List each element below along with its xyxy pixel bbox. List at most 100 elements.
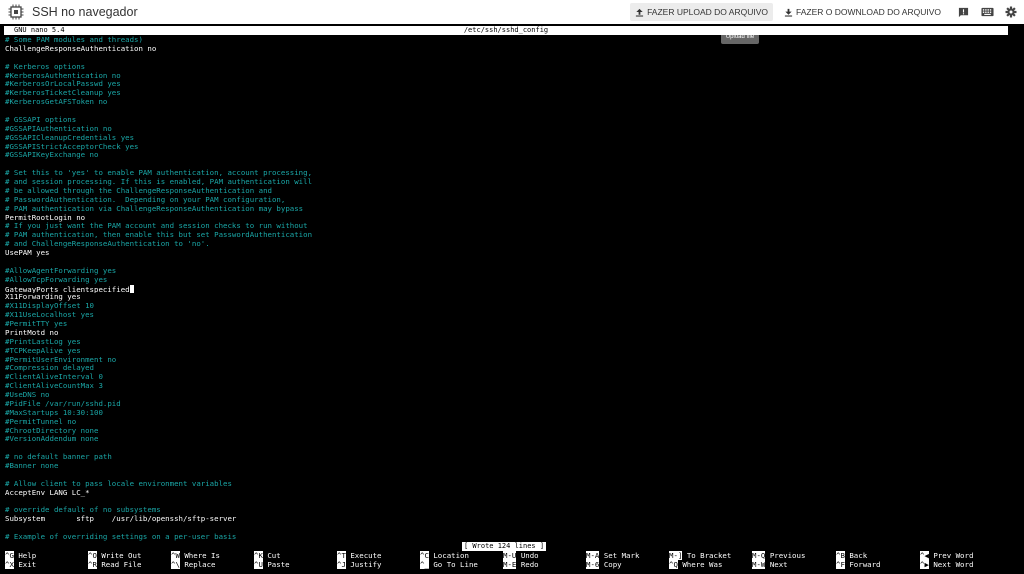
editor-line: #GSSAPIAuthentication no <box>5 125 1005 134</box>
editor-line-text: # Allow client to pass locale environmen… <box>5 479 232 488</box>
editor-line-text: # no default banner path <box>5 453 112 462</box>
editor-line: # Kerberos options <box>5 63 1005 72</box>
editor-line-text: #UseDNS no <box>5 391 50 399</box>
editor-line: # If you just want the PAM account and s… <box>5 222 1005 231</box>
shortcut-item[interactable]: M-U Undo <box>503 551 539 560</box>
editor-line: # Some PAM modules and threads) <box>5 36 1005 45</box>
shortcut-label: Justify <box>350 560 382 569</box>
shortcut-item[interactable]: ^C Location <box>420 551 469 560</box>
shortcut-item[interactable]: M-] To Bracket <box>669 551 731 560</box>
editor-line-text: AcceptEnv LANG LC_* <box>5 488 90 497</box>
chip-icon <box>8 4 24 20</box>
shortcut-label: Where Was <box>682 560 723 569</box>
text-cursor <box>129 284 134 293</box>
editor-line-text: #KerberosTicketCleanup yes <box>5 89 121 98</box>
shortcut-key: ^Q <box>669 560 678 569</box>
shortcut-item[interactable]: ^B Back <box>836 551 867 560</box>
editor-line: #ClientAliveCountMax 3 <box>5 382 1005 391</box>
shortcut-key: M-] <box>669 551 683 560</box>
editor-line: # and session processing. If this is ena… <box>5 178 1005 187</box>
shortcut-key: ^_ <box>420 560 429 569</box>
editor-line-text: # PAM authentication via ChallengeRespon… <box>5 204 304 213</box>
shortcut-key: ^\ <box>171 560 180 569</box>
editor-line: # be allowed through the ChallengeRespon… <box>5 187 1005 196</box>
shortcut-label: Replace <box>184 560 216 569</box>
editor-line-text: #ClientAliveCountMax 3 <box>5 382 103 391</box>
shortcut-item[interactable]: ^O Write Out <box>88 551 141 560</box>
download-file-button[interactable]: FAZER O DOWNLOAD DO ARQUIVO <box>779 3 946 21</box>
editor-line: #X11UseLocalhost yes <box>5 311 1005 320</box>
editor-line-text: #AllowTcpForwarding yes <box>5 275 108 284</box>
shortcut-item[interactable]: ^_ Go To Line <box>420 560 478 569</box>
editor-text-area[interactable]: # Some PAM modules and threads) Challenge… <box>5 36 1005 542</box>
feedback-icon[interactable] <box>956 5 970 19</box>
editor-line-text: X11Forwarding yes <box>5 293 81 302</box>
shortcut-item[interactable]: ^◀ Prev Word <box>920 551 973 560</box>
shortcut-label: Copy <box>603 560 622 569</box>
upload-file-button[interactable]: FAZER UPLOAD DO ARQUIVO <box>630 3 773 21</box>
shortcut-item[interactable]: ^X Exit <box>5 560 36 569</box>
shortcut-item[interactable]: ^G Help <box>5 551 36 560</box>
editor-line-text: PermitRootLogin no <box>5 213 86 222</box>
editor-line-text: # GSSAPI options <box>5 115 77 124</box>
file-name: /etc/ssh/sshd_config <box>463 26 549 34</box>
shortcut-label: Previous <box>769 551 806 560</box>
shortcut-key: M-W <box>752 560 766 569</box>
shortcut-label: Go To Line <box>433 560 478 569</box>
shortcut-label: Exit <box>18 560 37 569</box>
shortcut-key: M-U <box>503 551 517 560</box>
editor-line-text: #Compression delayed <box>5 364 94 373</box>
editor-line-text: #PrintLastLog yes <box>5 337 81 346</box>
shortcut-item[interactable]: ^W Where Is <box>171 551 220 560</box>
shortcut-key: ^T <box>337 551 346 560</box>
shortcut-item[interactable]: ^T Execute <box>337 551 382 560</box>
editor-line-text: # Kerberos options <box>5 62 86 71</box>
gear-icon[interactable] <box>1004 5 1018 19</box>
editor-line: #TCPKeepAlive yes <box>5 347 1005 356</box>
shortcut-key: ^▶ <box>920 560 929 569</box>
shortcut-item[interactable]: ^F Forward <box>836 560 881 569</box>
shortcut-item[interactable]: ^R Read File <box>88 560 141 569</box>
shortcut-item[interactable]: M-Q Previous <box>752 551 805 560</box>
shortcut-label: Set Mark <box>603 551 640 560</box>
editor-line: #GSSAPIStrictAcceptorCheck yes <box>5 143 1005 152</box>
shortcut-key: ^W <box>171 551 180 560</box>
editor-line: #KerberosTicketCleanup yes <box>5 89 1005 98</box>
shortcut-item[interactable]: M-A Set Mark <box>586 551 639 560</box>
editor-line-text: # PasswordAuthentication. Depending on y… <box>5 195 286 204</box>
shortcut-item[interactable]: ^K Cut <box>254 551 281 560</box>
editor-line-text: #KerberosAuthentication no <box>5 71 121 80</box>
shortcut-key: ^K <box>254 551 263 560</box>
shortcut-item[interactable]: ^J Justify <box>337 560 382 569</box>
shortcut-item[interactable]: M-6 Copy <box>586 560 622 569</box>
shortcut-item[interactable]: M-W Next <box>752 560 788 569</box>
editor-line: #PermitUserEnvironment no <box>5 356 1005 365</box>
editor-line: # and ChallengeResponseAuthentication to… <box>5 240 1005 249</box>
shortcut-key: ^F <box>836 560 845 569</box>
shortcut-item[interactable]: ^\ Replace <box>171 560 216 569</box>
editor-line-text: #AllowAgentForwarding yes <box>5 266 117 275</box>
top-bar: SSH no navegador FAZER UPLOAD DO ARQUIVO… <box>0 0 1024 24</box>
shortcut-item[interactable]: ^U Paste <box>254 560 290 569</box>
editor-line: PermitRootLogin no <box>5 214 1005 223</box>
editor-line-text: Subsystem sftp /usr/lib/openssh/sftp-ser… <box>5 515 237 524</box>
shortcut-label: Write Out <box>101 551 142 560</box>
editor-line: #ChrootDirectory none <box>5 427 1005 436</box>
shortcut-key: ^B <box>836 551 845 560</box>
editor-line-text: GatewayPorts clientspecified <box>5 284 130 294</box>
toolbar-actions: FAZER UPLOAD DO ARQUIVO FAZER O DOWNLOAD… <box>630 0 1024 24</box>
shortcut-key: M-Q <box>752 551 766 560</box>
shortcut-item[interactable]: ^▶ Next Word <box>920 560 973 569</box>
editor-line: #UseDNS no <box>5 391 1005 400</box>
shortcut-label: Paste <box>267 560 290 569</box>
editor-line-text: #KerberosOrLocalPasswd yes <box>5 80 121 89</box>
editor-line: # no default banner path <box>5 453 1005 462</box>
shortcut-label: To Bracket <box>686 551 732 560</box>
keyboard-icon[interactable] <box>980 5 994 19</box>
shortcut-item[interactable]: ^Q Where Was <box>669 560 722 569</box>
editor-line: #MaxStartups 10:30:100 <box>5 409 1005 418</box>
shortcut-item[interactable]: M-E Redo <box>503 560 539 569</box>
